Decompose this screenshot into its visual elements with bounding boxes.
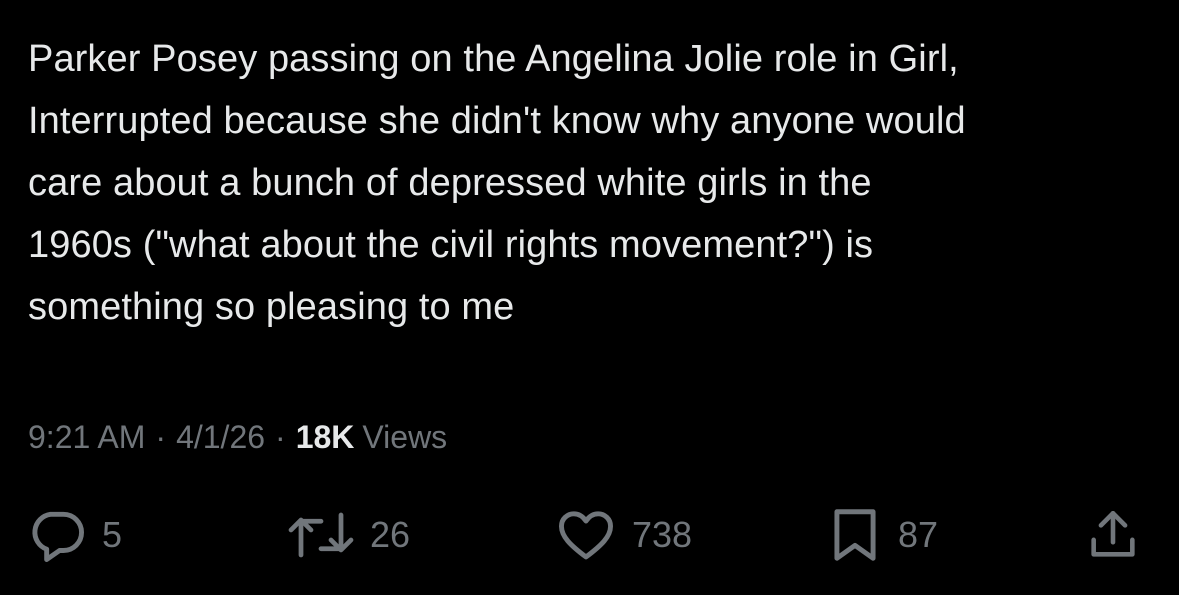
tweet-text-line: Parker Posey passing on the Angelina Jol…	[28, 38, 959, 80]
views-label: Views	[362, 419, 448, 455]
retweet-count: 26	[370, 514, 411, 555]
tweet-date[interactable]: 4/1/26	[176, 419, 265, 455]
tweet-text-line: 1960s ("what about the civil rights move…	[28, 224, 874, 266]
retweet-button[interactable]: 26	[286, 500, 410, 570]
reply-icon	[26, 504, 88, 566]
reply-count: 5	[102, 514, 123, 555]
retweet-icon	[286, 504, 356, 566]
tweet-time[interactable]: 9:21 AM	[28, 419, 145, 455]
bookmark-icon	[826, 504, 884, 566]
share-button[interactable]	[1084, 500, 1142, 570]
bookmark-count: 87	[898, 514, 939, 555]
meta-separator: ·	[275, 419, 286, 455]
like-count: 738	[632, 514, 693, 555]
views-count[interactable]: 18K	[296, 419, 355, 455]
tweet-meta: 9:21 AM · 4/1/26 · 18K Views	[28, 415, 447, 459]
reply-button[interactable]: 5	[26, 500, 122, 570]
bookmark-button[interactable]: 87	[826, 500, 938, 570]
tweet-text-line: care about a bunch of depressed white gi…	[28, 162, 872, 204]
like-button[interactable]: 738	[554, 500, 692, 570]
meta-separator: ·	[155, 419, 167, 455]
action-bar: 5 26 738 87	[0, 500, 1179, 570]
tweet-text-line: something so pleasing to me	[28, 286, 515, 328]
share-icon	[1084, 504, 1142, 566]
tweet-text: Parker Posey passing on the Angelina Jol…	[28, 28, 1158, 338]
heart-icon	[554, 504, 618, 566]
tweet-text-line: Interrupted because she didn't know why …	[28, 100, 966, 142]
